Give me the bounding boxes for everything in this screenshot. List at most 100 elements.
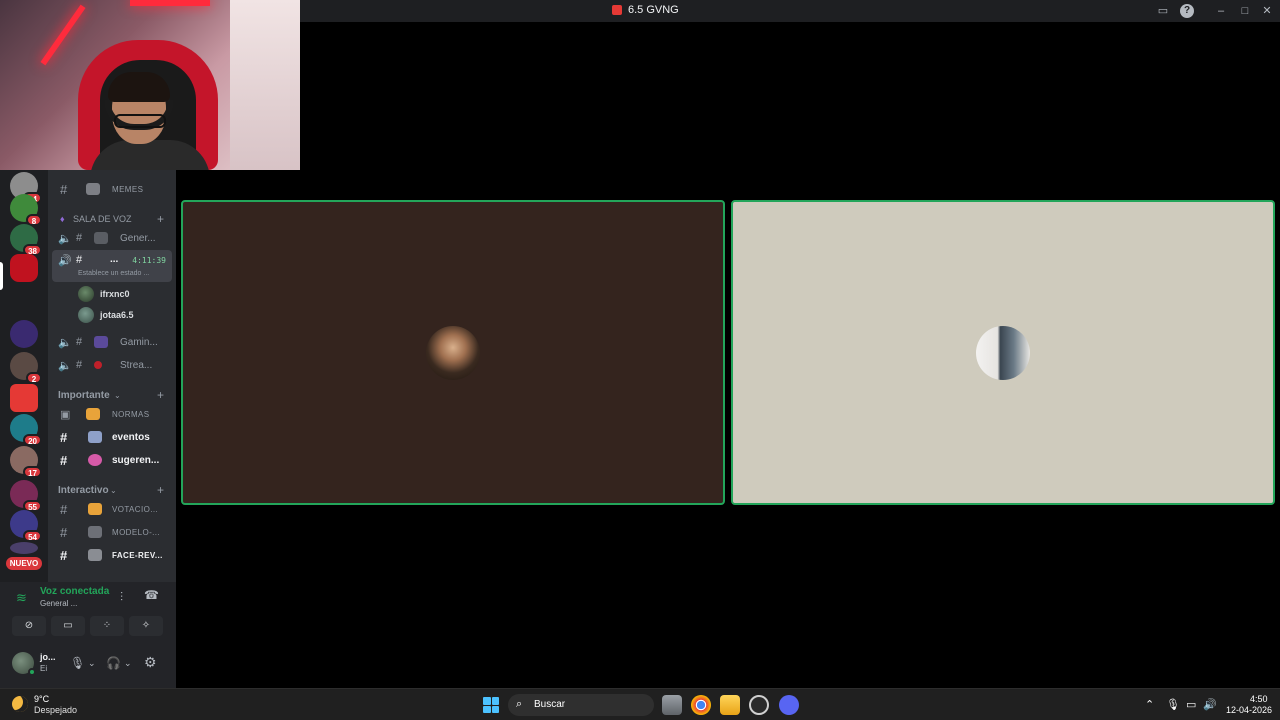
window-title: 6.5 GVNG [612,4,679,16]
voice-participant-tile[interactable] [731,200,1275,505]
steam-icon[interactable] [749,695,769,715]
category-label: Importante [58,389,110,401]
server-icon[interactable]: 2 [10,352,42,384]
signal-icon[interactable]: ≋ [16,590,27,606]
category-label: SALA DE VOZ [73,214,132,224]
voice-member[interactable]: ifrxnc0 [78,285,130,303]
category-important[interactable]: Importante ⌄ + [48,385,176,405]
help-icon[interactable]: ? [1180,4,1194,18]
voice-channel-active[interactable]: 🔊 # ... 4:11:39 Establece un estado ... [52,250,172,282]
folder-icon[interactable] [720,695,740,715]
channel-memes[interactable]: # MEMES [48,179,176,199]
server-icon[interactable]: 54 [10,510,42,542]
headphones-icon[interactable]: 🎧 [106,656,121,670]
voice-status[interactable]: Voz conectada [40,586,109,597]
taskbar-search[interactable]: ⌕ Buscar [508,694,654,716]
set-status-text[interactable]: Establece un estado ... [78,270,149,277]
mic-tray-icon[interactable]: 🎙 [1166,698,1180,711]
channel-emoji-icon [88,503,102,515]
channel-label: Gener... [120,232,156,244]
close-button[interactable]: ✕ [1260,4,1274,18]
server-icon[interactable]: 55 [10,480,42,512]
chevron-down-icon[interactable]: ⌄ [124,658,132,669]
webcam-wall [230,0,300,170]
soundboard-button[interactable]: ✧ [129,616,163,636]
user-subtext: Ei [40,664,48,673]
minimize-button[interactable]: – [1214,4,1228,18]
maximize-button[interactable]: □ [1238,4,1252,18]
channel-votacion[interactable]: # VOTACIO... [48,499,176,519]
server-icon[interactable] [10,542,38,554]
voice-channel-name[interactable]: General ... [40,599,77,608]
speaker-active-icon: 🔊 [58,255,72,267]
gear-icon[interactable]: ⚙ [144,654,157,671]
chevron-down-icon[interactable]: ⌄ [88,658,96,669]
participant-avatar [976,325,1030,380]
voice-participant-tile[interactable] [181,200,725,505]
weather-temperature[interactable]: 9°C [34,694,49,704]
server-icon-selected[interactable] [10,254,38,282]
channel-label: sugeren... [112,454,160,466]
text-channel-icon: # [60,429,68,445]
voice-member[interactable]: jotaa6.5 [78,306,134,324]
server-icon[interactable]: 17 [10,446,42,478]
clock-date[interactable]: 12-04-2026 [1226,705,1272,715]
activities-button[interactable]: ⁘ [90,616,124,636]
weather-moon-icon[interactable] [12,696,28,712]
add-channel-icon[interactable]: + [157,212,164,226]
channel-modelo[interactable]: # MODELO-... [48,522,176,542]
live-dot-icon [94,361,102,369]
network-icon[interactable]: ▭ [1186,698,1196,711]
discord-icon[interactable] [779,695,799,715]
channel-label: VOTACIO... [112,504,159,514]
channel-face-rev[interactable]: # FACE-REV... [48,545,176,565]
server-icon[interactable]: 20 [10,414,42,446]
camera-off-button[interactable]: ⊘ [12,616,46,636]
weather-description[interactable]: Despejado [34,705,77,715]
inbox-icon[interactable]: ▭ [1156,4,1170,18]
online-status-icon [28,668,36,676]
channel-label: FACE-REV... [112,550,163,560]
channel-label: NORMAS [112,409,150,419]
chrome-icon[interactable] [691,695,711,715]
text-channel-icon: # [60,452,68,468]
category-interactive[interactable]: Interactivo ⌄ + [48,480,176,500]
user-name[interactable]: jo... [40,652,56,662]
avatar [78,286,94,302]
screen-share-button[interactable]: ▭ [51,616,85,636]
category-voice-room[interactable]: ♦ SALA DE VOZ + [48,209,176,229]
mic-icon[interactable]: 🎙 [70,656,85,670]
clock-time[interactable]: 4:50 [1250,694,1268,704]
task-view-icon[interactable] [662,695,682,715]
channel-emoji-icon [94,232,108,244]
server-icon[interactable] [10,320,38,348]
search-placeholder: Buscar [534,699,566,710]
speaker-icon[interactable]: 🔊 [1203,698,1217,711]
server-icon[interactable]: 38 [10,224,42,256]
add-channel-icon[interactable]: + [157,483,164,497]
voice-channel-gaming[interactable]: 🔈 # Gamin... [48,332,176,352]
channel-label: eventos [112,431,150,443]
noise-suppression-icon[interactable]: ⫶ [120,590,123,605]
channel-normas[interactable]: ▣ NORMAS [48,404,176,424]
windows-start-icon[interactable] [483,697,499,713]
webcam-neon-light-top [130,0,210,6]
voice-channel-general[interactable]: 🔈 # Gener... [48,228,176,248]
channel-label: ... [110,254,119,265]
channel-eventos[interactable]: # eventos [48,427,176,447]
channel-emoji-icon [86,183,100,195]
avatar [78,307,94,323]
channel-label: Strea... [120,359,153,371]
windows-taskbar: 9°C Despejado ⌕ Buscar ⌃ 🎙 ▭ 🔊 4:50 12-0… [0,688,1280,720]
channel-sugerencias[interactable]: # sugeren... [48,450,176,470]
channel-emoji-icon [86,408,100,420]
server-icon[interactable]: 8 [10,194,42,226]
chevron-up-icon[interactable]: ⌃ [1145,698,1154,711]
new-unreads-badge[interactable]: NUEVO [6,557,42,570]
hangup-icon[interactable]: ☎ [144,588,159,602]
text-channel-icon: # [60,181,68,197]
voice-channel-stream[interactable]: 🔈 # Strea... [48,355,176,375]
rules-channel-icon: ▣ [60,408,71,421]
server-icon[interactable] [10,384,38,412]
add-channel-icon[interactable]: + [157,388,164,402]
